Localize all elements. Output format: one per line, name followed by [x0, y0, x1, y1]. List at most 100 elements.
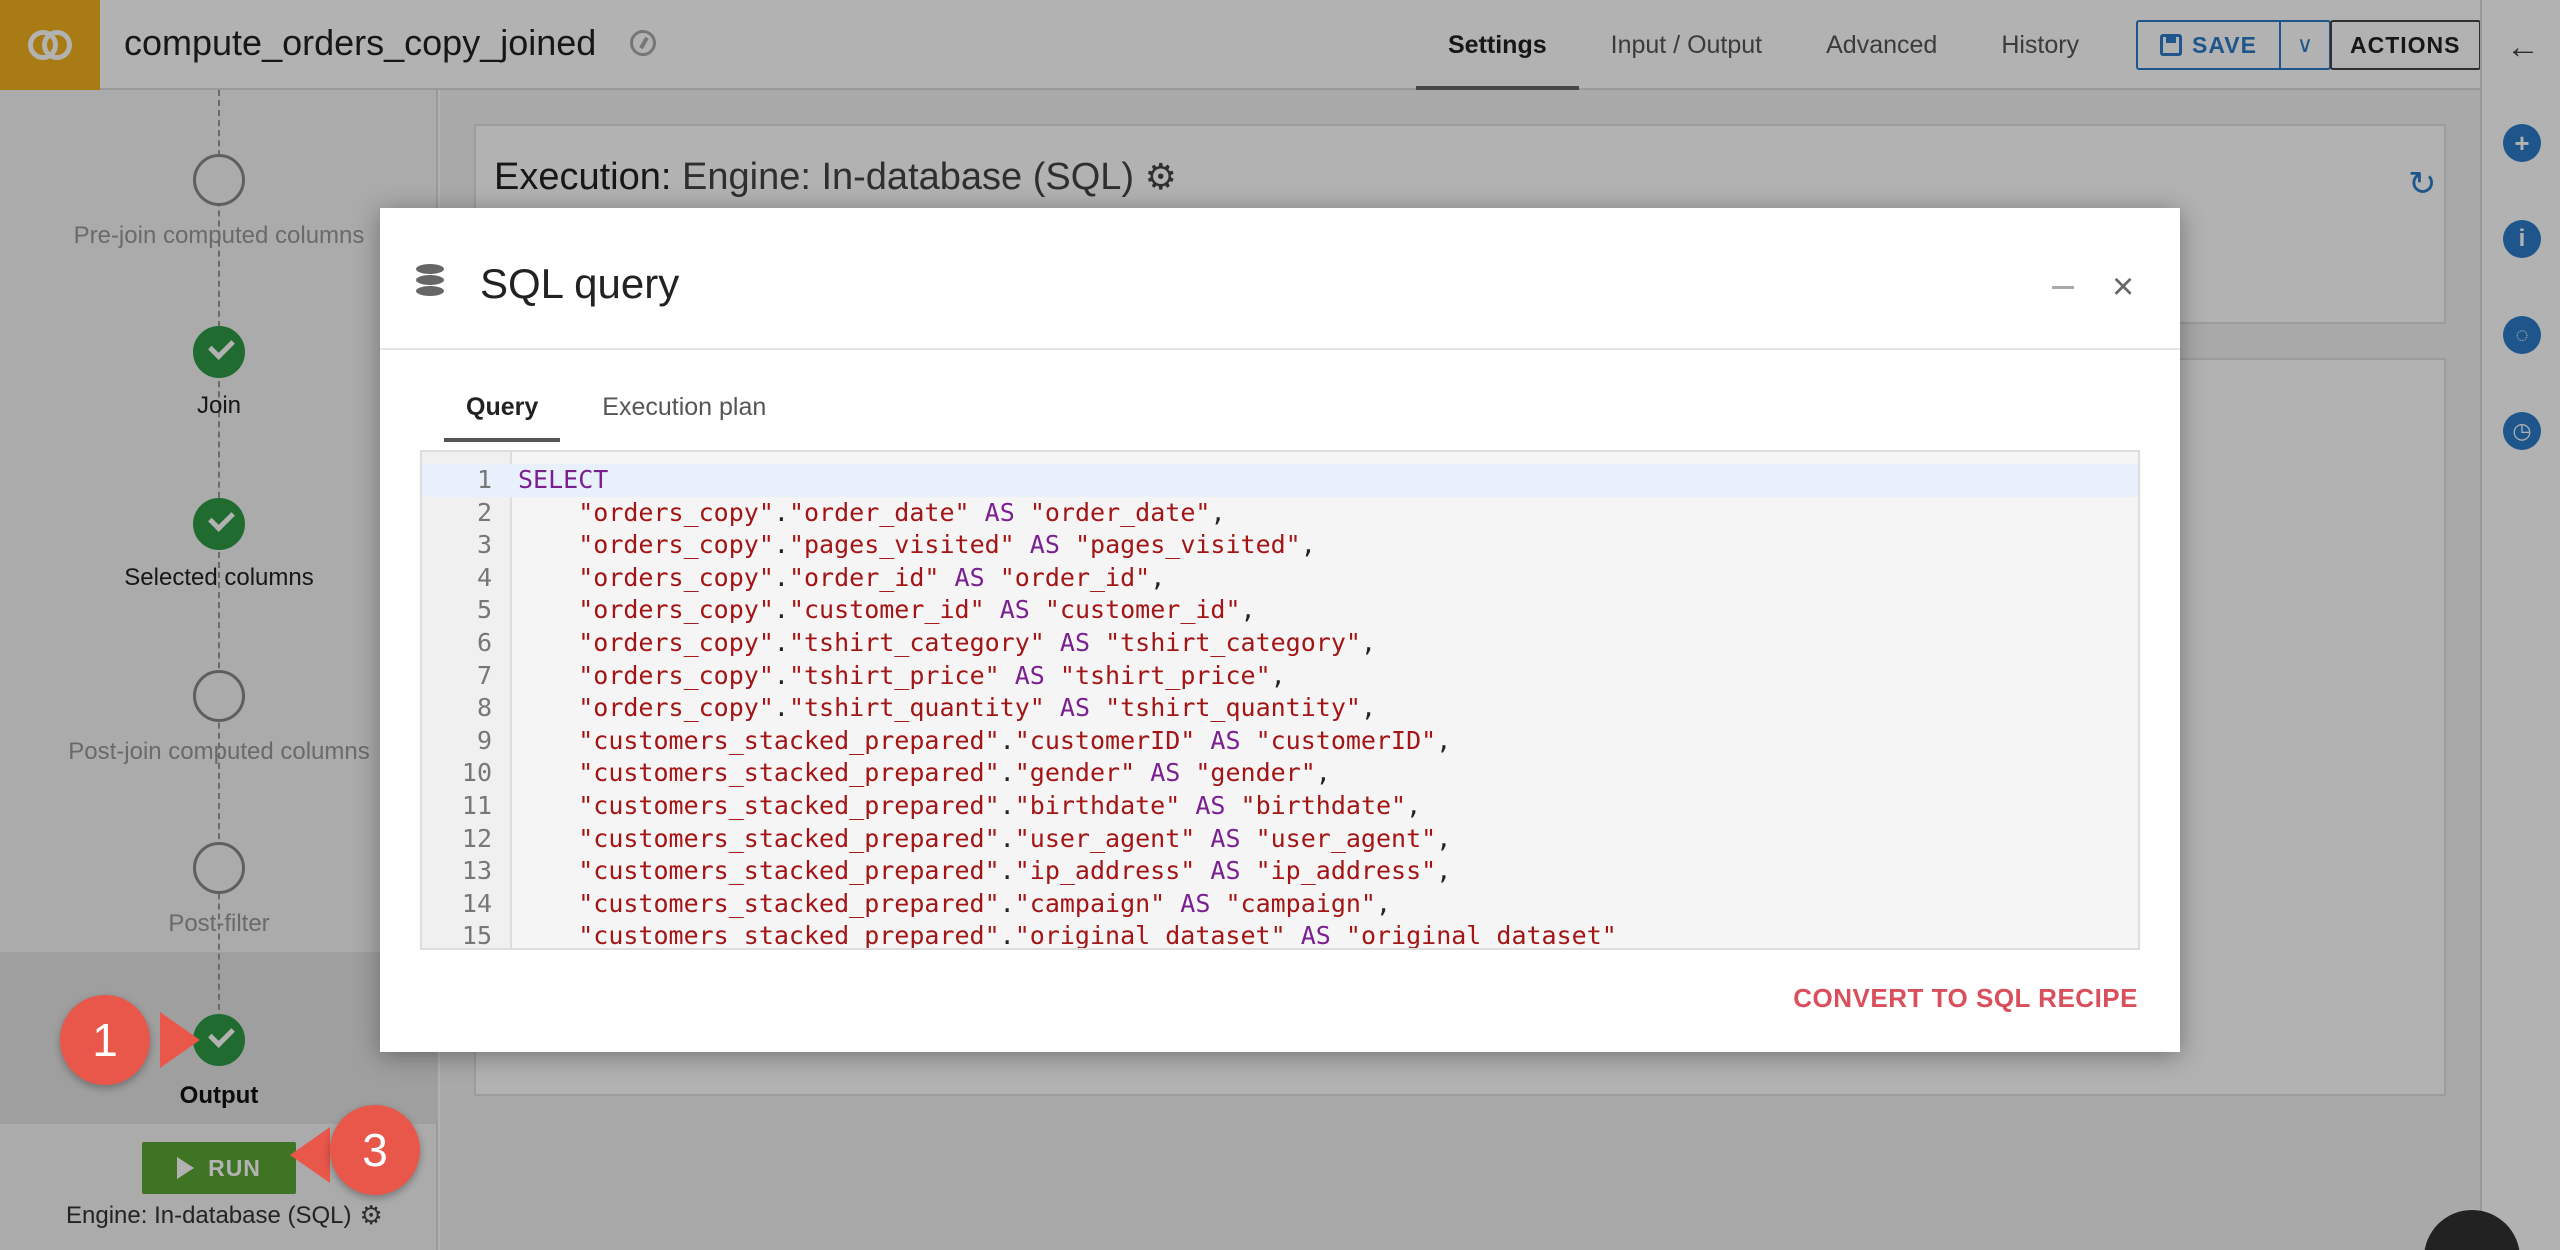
- column-identifier: "campaign": [1014, 888, 1166, 918]
- database-disc: [416, 264, 444, 274]
- code-text: "orders_copy"."order_date" AS "order_dat…: [518, 497, 1226, 530]
- dot-separator: .: [773, 660, 789, 690]
- column-identifier: "original_dataset": [1014, 921, 1286, 950]
- tab-query[interactable]: Query: [444, 372, 561, 442]
- column-identifier: "pages_visited": [788, 530, 1015, 560]
- table-identifier: "customers_stacked_prepared": [578, 758, 1000, 788]
- dot-separator: .: [773, 497, 789, 527]
- code-line: 15 "customers_stacked_prepared"."origina…: [422, 920, 2138, 950]
- table-identifier: "customers_stacked_prepared": [578, 725, 1000, 755]
- line-terminator: ,: [1150, 562, 1166, 592]
- code-text: "orders_copy"."tshirt_category" AS "tshi…: [518, 627, 1376, 660]
- line-terminator: ,: [1436, 856, 1452, 886]
- line-terminator: ,: [1375, 888, 1392, 918]
- alias-identifier: "original_dataset": [1345, 921, 1617, 950]
- dot-separator: .: [999, 725, 1015, 755]
- minimize-icon[interactable]: [2052, 286, 2074, 289]
- annotation-badge-3: 3: [330, 1105, 420, 1195]
- sql-keyword: AS: [1059, 693, 1090, 723]
- sql-keyword: AS: [984, 497, 1015, 527]
- line-number: 10: [461, 758, 492, 788]
- alias-identifier: "tshirt_category": [1105, 627, 1361, 657]
- modal-header: SQL query ×: [380, 208, 2180, 350]
- sql-keyword: AS: [1210, 823, 1241, 853]
- line-number: 6: [476, 627, 492, 657]
- line-terminator: ,: [1300, 530, 1316, 560]
- close-icon[interactable]: ×: [2112, 266, 2134, 309]
- sql-keyword: AS: [1150, 758, 1181, 788]
- code-line: 2 "orders_copy"."order_date" AS "order_d…: [422, 497, 2138, 530]
- code-text: "orders_copy"."pages_visited" AS "pages_…: [518, 529, 1316, 562]
- alias-identifier: "order_id": [999, 562, 1151, 592]
- column-identifier: "user_agent": [1014, 823, 1196, 853]
- code-text: "customers_stacked_prepared"."original_d…: [518, 920, 1617, 950]
- code-text: "customers_stacked_prepared"."ip_address…: [518, 855, 1451, 888]
- line-terminator: ,: [1360, 627, 1376, 657]
- code-text: "customers_stacked_prepared"."customerID…: [518, 725, 1451, 758]
- line-terminator: ,: [1240, 595, 1256, 625]
- dot-separator: .: [999, 921, 1015, 950]
- annotation-badge-1: 1: [60, 995, 150, 1085]
- column-identifier: "gender": [1014, 758, 1136, 788]
- code-text: "orders_copy"."customer_id" AS "customer…: [518, 594, 1256, 627]
- line-number: 12: [461, 823, 492, 853]
- code-line: 5 "orders_copy"."customer_id" AS "custom…: [422, 594, 2138, 627]
- sql-query-modal: SQL query × Query Execution plan 1 SELECT…: [380, 208, 2180, 1052]
- dot-separator: .: [773, 627, 789, 657]
- line-terminator: ,: [1436, 823, 1452, 853]
- column-identifier: "tshirt_category": [788, 627, 1045, 657]
- code-line: 4 "orders_copy"."order_id" AS "order_id"…: [422, 562, 2138, 595]
- column-identifier: "customerID": [1014, 725, 1196, 755]
- dot-separator: .: [999, 758, 1015, 788]
- code-line: 9 "customers_stacked_prepared"."customer…: [422, 725, 2138, 758]
- dot-separator: .: [999, 856, 1015, 886]
- dot-separator: .: [773, 530, 789, 560]
- code-line: 12 "customers_stacked_prepared"."user_ag…: [422, 823, 2138, 856]
- alias-identifier: "user_agent": [1255, 823, 1437, 853]
- line-number: 8: [476, 693, 492, 723]
- table-identifier: "orders_copy": [578, 693, 774, 723]
- code-line: 13 "customers_stacked_prepared"."ip_addr…: [422, 855, 2138, 888]
- line-number: 5: [476, 595, 492, 625]
- code-line: 6 "orders_copy"."tshirt_category" AS "ts…: [422, 627, 2138, 660]
- code-text: "customers_stacked_prepared"."user_agent…: [518, 823, 1451, 856]
- modal-tabs: Query Execution plan: [444, 372, 808, 442]
- table-identifier: "customers_stacked_prepared": [578, 790, 1000, 820]
- alias-identifier: "gender": [1195, 758, 1316, 788]
- sql-keyword: AS: [1195, 790, 1226, 820]
- dot-separator: .: [773, 595, 789, 625]
- code-text: "orders_copy"."tshirt_quantity" AS "tshi…: [518, 692, 1376, 725]
- code-line: 8 "orders_copy"."tshirt_quantity" AS "ts…: [422, 692, 2138, 725]
- alias-identifier: "tshirt_price": [1059, 660, 1271, 690]
- alias-identifier: "campaign": [1225, 888, 1376, 918]
- line-terminator: ,: [1436, 725, 1452, 755]
- code-text: "customers_stacked_prepared"."campaign" …: [518, 888, 1391, 921]
- sql-keyword: AS: [999, 595, 1030, 625]
- alias-identifier: "order_date": [1029, 497, 1211, 527]
- code-text: "customers_stacked_prepared"."birthdate"…: [518, 790, 1421, 823]
- line-number: 7: [476, 660, 492, 690]
- sql-code-editor[interactable]: 1 SELECT 2 "orders_copy"."order_date" AS "…: [420, 450, 2140, 950]
- line-terminator: ,: [1210, 497, 1226, 527]
- database-disc: [416, 275, 444, 285]
- sql-keyword: AS: [1210, 725, 1241, 755]
- convert-to-sql-recipe-button[interactable]: CONVERT TO SQL RECIPE: [1793, 983, 2138, 1014]
- database-disc: [416, 286, 444, 296]
- tab-execution-plan[interactable]: Execution plan: [580, 372, 788, 442]
- line-number: 14: [461, 888, 492, 918]
- column-identifier: "birthdate": [1014, 790, 1181, 820]
- sql-keyword: AS: [1210, 856, 1241, 886]
- column-identifier: "ip_address": [1014, 856, 1196, 886]
- sql-keyword: AS: [1300, 921, 1331, 950]
- alias-identifier: "tshirt_quantity": [1105, 693, 1361, 723]
- line-number: 4: [476, 562, 492, 592]
- alias-identifier: "customer_id": [1044, 595, 1241, 625]
- table-identifier: "customers_stacked_prepared": [578, 823, 1000, 853]
- line-number: 1: [476, 465, 492, 494]
- sql-keyword: AS: [1180, 888, 1211, 918]
- dot-separator: .: [773, 562, 789, 592]
- line-number: 13: [461, 856, 492, 886]
- dot-separator: .: [773, 693, 789, 723]
- code-line: 11 "customers_stacked_prepared"."birthda…: [422, 790, 2138, 823]
- line-number: 3: [476, 530, 492, 560]
